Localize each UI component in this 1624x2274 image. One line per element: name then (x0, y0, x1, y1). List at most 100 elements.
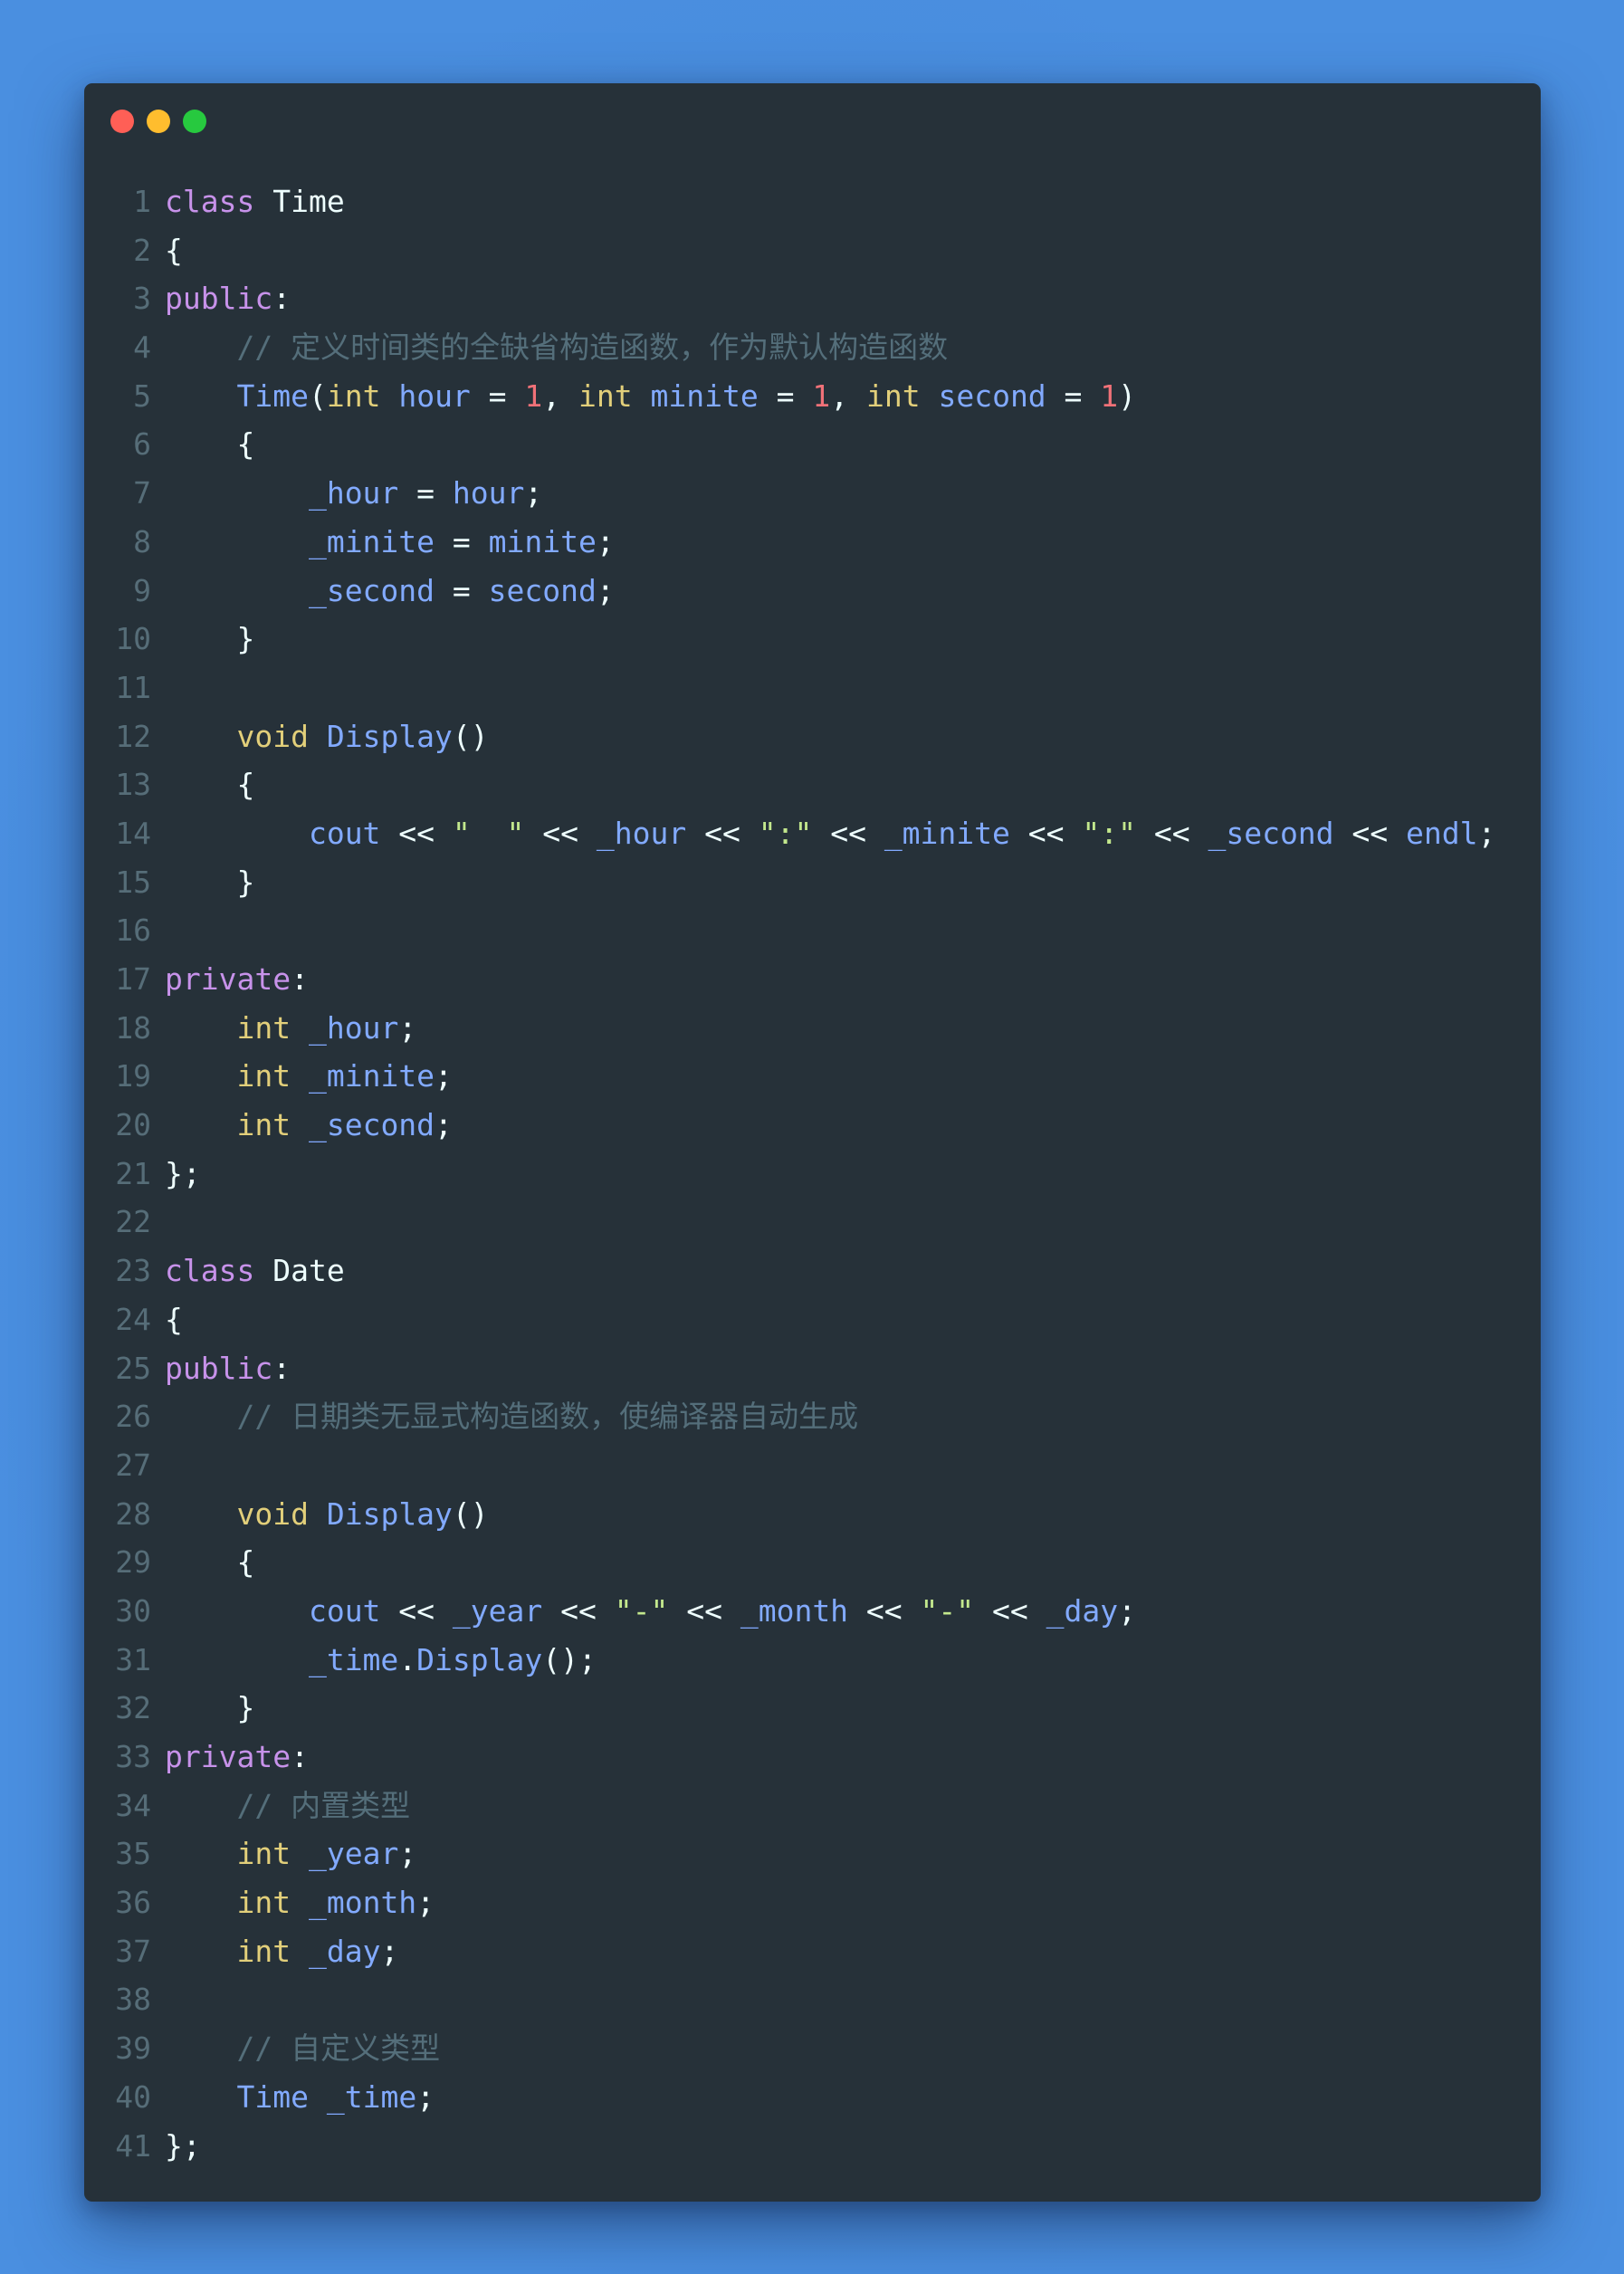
line-number: 34 (115, 1787, 151, 1823)
keyword-token: class (165, 184, 255, 219)
identifier-token: second (938, 377, 1046, 414)
number-token: 1 (812, 377, 831, 414)
code-line: 10 } (84, 615, 1541, 664)
punctuation-token (165, 1399, 236, 1434)
code-line: 19 int _minite; (84, 1052, 1541, 1101)
code-line: 33 private: (84, 1733, 1541, 1782)
code-line: 34 // 内置类型 (84, 1782, 1541, 1830)
comment-token: // 日期类无显式构造函数，使编译器自动生成 (236, 1399, 859, 1435)
punctuation-token: << (686, 815, 759, 851)
code-line: 22 (84, 1198, 1541, 1247)
code-text: _second = second; (165, 567, 615, 616)
punctuation-token: ; (596, 572, 615, 608)
identifier-token: _day (1046, 1592, 1119, 1629)
identifier-token: _second (308, 572, 435, 608)
punctuation-token (291, 1107, 309, 1142)
close-dot-icon[interactable] (110, 110, 134, 133)
code-line: 31 _time.Display(); (84, 1636, 1541, 1685)
punctuation-token (165, 1593, 309, 1629)
line-number: 39 (115, 2030, 151, 2067)
code-line: 18 int _hour; (84, 1004, 1541, 1053)
punctuation-token (291, 1010, 309, 1046)
line-number: 4 (133, 330, 151, 366)
code-line: 23 class Date (84, 1247, 1541, 1295)
code-text: { (165, 226, 183, 275)
identifier-token: minite (650, 377, 759, 414)
line-number: 13 (115, 767, 151, 803)
code-line: 36 int _month; (84, 1878, 1541, 1927)
punctuation-token: . (398, 1641, 417, 1677)
punctuation-token: ; (416, 1885, 435, 1921)
code-text: // 内置类型 (165, 1782, 410, 1830)
type-token: int (236, 1885, 291, 1921)
identifier-token: _hour (308, 475, 399, 511)
punctuation-token: , (542, 377, 579, 414)
string-token: ":" (1082, 815, 1136, 851)
punctuation-token (165, 378, 236, 414)
line-number: 29 (115, 1544, 151, 1581)
line-number: 20 (115, 1107, 151, 1143)
code-text: } (165, 1684, 254, 1733)
line-number: 7 (133, 475, 151, 511)
code-line: 7 _hour = hour; (84, 469, 1541, 518)
line-number: 1 (133, 184, 151, 219)
identifier-token: _time (326, 2078, 417, 2115)
line-number: 5 (133, 377, 151, 414)
code-text: int _hour; (165, 1004, 416, 1053)
identifier-token: second (488, 572, 597, 608)
minimize-dot-icon[interactable] (147, 110, 170, 133)
code-line: 39 // 自定义类型 (84, 2024, 1541, 2073)
code-line: 40 Time _time; (84, 2073, 1541, 2122)
line-number: 10 (115, 621, 151, 657)
code-text: // 日期类无显式构造函数，使编译器自动生成 (165, 1392, 858, 1441)
punctuation-token (291, 1885, 309, 1920)
line-number: 35 (115, 1836, 151, 1872)
maximize-dot-icon[interactable] (183, 110, 206, 133)
code-line: 29 { (84, 1538, 1541, 1587)
punctuation-token (380, 378, 398, 414)
identifier-token: endl (1406, 815, 1478, 851)
punctuation-token (165, 2079, 236, 2115)
punctuation-token (165, 1788, 236, 1823)
punctuation-token: << (812, 815, 884, 851)
identifier-token: Display (326, 718, 453, 754)
line-number: 37 (115, 1933, 151, 1969)
code-line: 25 public: (84, 1344, 1541, 1393)
punctuation-token: ( (308, 377, 327, 414)
code-text: int _day; (165, 1927, 398, 1976)
line-number: 15 (115, 864, 151, 900)
code-text: public: (165, 274, 291, 323)
punctuation-token (165, 816, 309, 851)
keyword-token: class (165, 1253, 255, 1289)
line-number: 41 (115, 2127, 151, 2164)
type-token: int (326, 377, 381, 414)
line-number: 24 (115, 1301, 151, 1337)
identifier-token: _month (308, 1885, 417, 1921)
line-number: 14 (115, 815, 151, 851)
punctuation-token: << (974, 1592, 1046, 1629)
type-token: int (236, 1058, 291, 1094)
keyword-token: private (165, 1739, 291, 1774)
code-text: }; (165, 2122, 201, 2171)
punctuation-token: ; (398, 1836, 417, 1872)
punctuation-token: () (452, 1495, 489, 1532)
code-line: 37 int _day; (84, 1927, 1541, 1976)
punctuation-token: ; (1118, 1592, 1136, 1629)
code-line: 41}; (84, 2122, 1541, 2171)
class-name-token: Time (272, 184, 345, 219)
identifier-token: Time (236, 377, 309, 414)
code-text: // 定义时间类的全缺省构造函数，作为默认构造函数 (165, 323, 948, 372)
code-text: } (165, 858, 254, 907)
code-line: 11 (84, 664, 1541, 712)
code-text: cout << _year << "-" << _month << "-" <<… (165, 1587, 1136, 1636)
punctuation-token (165, 1058, 236, 1094)
line-number: 33 (115, 1739, 151, 1774)
identifier-token: hour (452, 475, 525, 511)
punctuation-token: << (542, 1592, 615, 1629)
identifier-token: _second (1208, 815, 1334, 851)
code-line: 15 } (84, 858, 1541, 907)
identifier-token: minite (488, 523, 597, 559)
punctuation-token: = (470, 377, 525, 414)
line-number: 8 (133, 523, 151, 559)
punctuation-token (165, 1836, 236, 1871)
